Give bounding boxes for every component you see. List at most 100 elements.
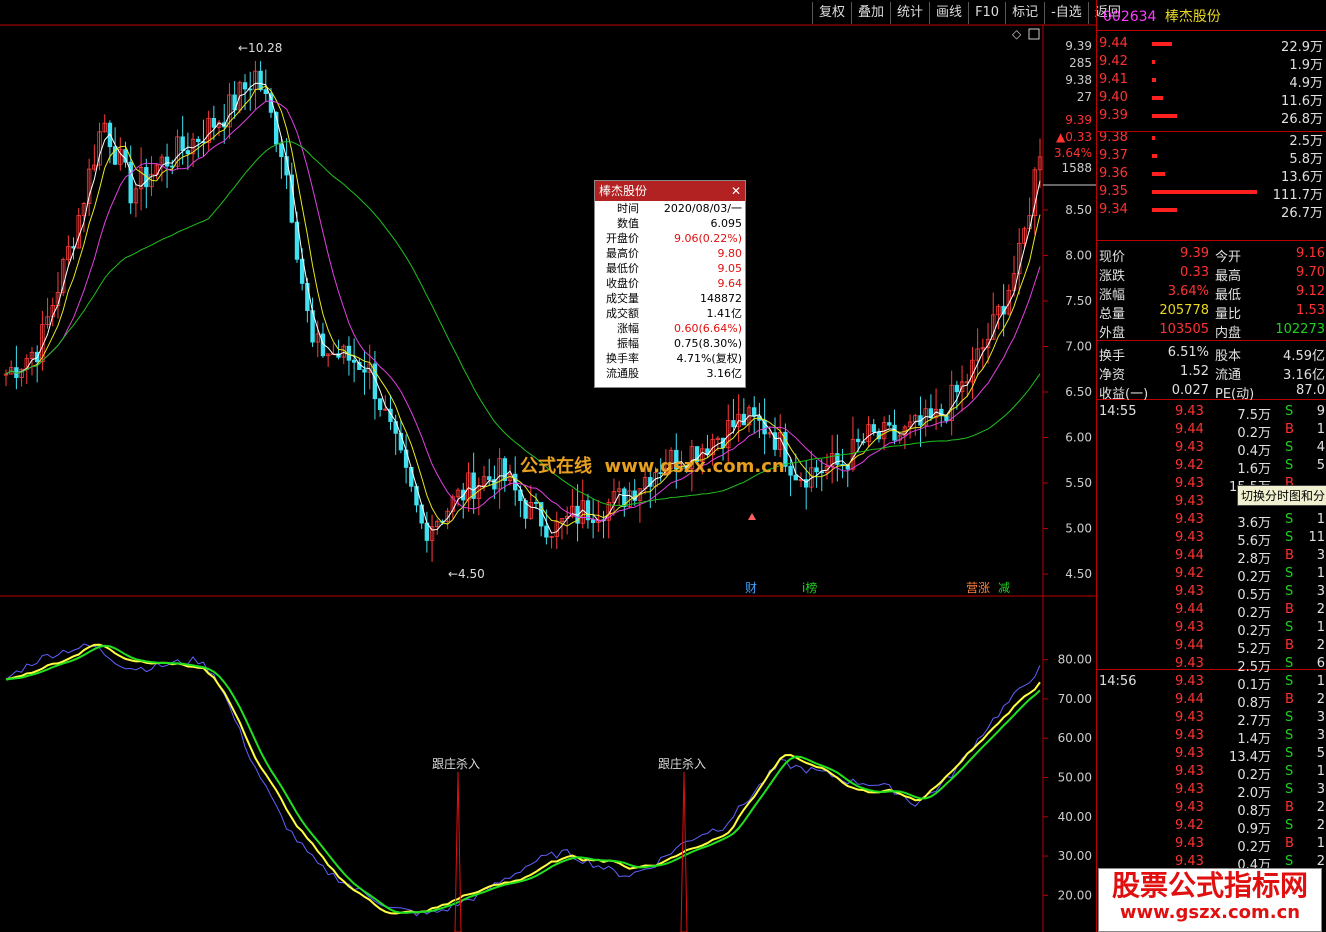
watermark-text: 公式在线 www.gszx.com.cn: [520, 456, 785, 477]
popup-value: 0.60(6.64%): [673, 322, 742, 335]
tick-side: B: [1285, 548, 1294, 563]
tick-price: 9.43: [1175, 404, 1204, 419]
event-marker[interactable]: 减: [998, 581, 1010, 595]
candle-body: [487, 476, 492, 480]
quote-label: 总量: [1099, 307, 1126, 322]
tick-volume: 7.5万: [1237, 408, 1271, 423]
tick-count: 6: [1316, 656, 1325, 671]
popup-key: 最低价: [606, 262, 639, 275]
add-watchlist-button[interactable]: -自选: [1044, 2, 1088, 24]
overlay-button[interactable]: 叠加: [851, 2, 890, 24]
tick-volume: 1.4万: [1237, 732, 1271, 747]
y-tick-label: 9.39: [1065, 39, 1092, 53]
candle-body: [741, 413, 747, 426]
popup-key: 涨幅: [617, 322, 639, 335]
orderbook-price: 9.36: [1099, 166, 1128, 181]
tick-price: 9.43: [1175, 674, 1204, 689]
popup-value: 4.71%(复权): [676, 352, 742, 365]
tick-price: 9.43: [1175, 530, 1204, 545]
popup-row: 流通股 3.16亿: [595, 366, 745, 381]
orderbook-bar: [1152, 208, 1178, 212]
tick-volume: 2.8万: [1237, 552, 1271, 567]
orderbook-volume: 13.6万: [1281, 170, 1323, 185]
tick-price: 9.43: [1175, 782, 1204, 797]
candle-body: [502, 458, 508, 481]
candle-body: [362, 369, 367, 373]
candle-body: [180, 136, 185, 152]
popup-key: 收盘价: [606, 277, 639, 290]
y-tick-label: 6.00: [1065, 430, 1092, 444]
quote-value: 3.16亿: [1283, 368, 1325, 383]
signal-label: 跟庄杀入: [658, 756, 706, 771]
tick-price: 9.43: [1175, 764, 1204, 779]
candle-body: [855, 438, 861, 443]
popup-title: 棒杰股份: [599, 184, 648, 198]
indicator-line: [5, 643, 1041, 917]
quote-value: 102273: [1275, 322, 1325, 337]
divider: [1097, 30, 1326, 31]
popup-row: 最高价 9.80: [595, 246, 745, 261]
tick-volume: 0.8万: [1237, 696, 1271, 711]
tick-side: S: [1285, 440, 1294, 455]
popup-row: 成交量 148872: [595, 291, 745, 306]
quote-label: 流通: [1215, 368, 1242, 383]
popup-key: 开盘价: [606, 232, 639, 245]
indicator-y-tick: 80.00: [1058, 653, 1092, 667]
tick-count: 3: [1316, 782, 1325, 797]
orderbook-price: 9.42: [1099, 54, 1128, 69]
tick-volume: 2.5万: [1237, 660, 1271, 675]
tick-volume: 1.6万: [1237, 462, 1271, 477]
event-marker[interactable]: 营涨: [966, 580, 990, 595]
quote-label: 最低: [1215, 288, 1242, 303]
candle-body: [258, 70, 263, 91]
close-icon[interactable]: ✕: [731, 181, 741, 201]
tick-price: 9.43: [1175, 494, 1204, 509]
candle-body: [585, 500, 591, 521]
candle-body: [305, 283, 310, 311]
f10-button[interactable]: F10: [968, 2, 1005, 24]
fuquan-button[interactable]: 复权: [812, 2, 851, 24]
tick-side: S: [1285, 818, 1294, 833]
tick-side: B: [1285, 692, 1294, 707]
tick-price: 9.44: [1175, 548, 1204, 563]
tick-count: 3: [1316, 710, 1325, 725]
tick-count: 2: [1316, 602, 1325, 617]
low-annotation: ←4.50: [448, 567, 485, 581]
popup-key: 最高价: [606, 247, 639, 260]
quote-label: 股本: [1215, 349, 1242, 364]
mark-button[interactable]: 标记: [1005, 2, 1044, 24]
statistics-button[interactable]: 统计: [890, 2, 929, 24]
tick-side: S: [1285, 710, 1294, 725]
candle-body: [762, 419, 767, 435]
y-tick-label: 9.38: [1065, 73, 1092, 87]
tick-price: 9.43: [1175, 440, 1204, 455]
tick-price: 9.42: [1175, 818, 1204, 833]
tick-volume: 0.4万: [1237, 444, 1271, 459]
tick-price: 9.43: [1175, 800, 1204, 815]
event-marker[interactable]: 财: [745, 581, 757, 595]
orderbook-bar: [1152, 42, 1172, 46]
expand-icon[interactable]: [1028, 28, 1040, 40]
orderbook-price: 9.38: [1099, 130, 1128, 145]
site-logo: 股票公式指标网 www.gszx.com.cn: [1098, 868, 1322, 932]
popup-row: 收盘价 9.64: [595, 276, 745, 291]
indicator-y-tick: 70.00: [1058, 692, 1092, 706]
popup-key: 数值: [617, 217, 639, 230]
orderbook-volume: 26.8万: [1281, 112, 1323, 127]
tick-count: 1: [1316, 836, 1325, 851]
tick-count: 2: [1316, 854, 1325, 869]
popup-row: 最低价 9.05: [595, 261, 745, 276]
orderbook-price: 9.34: [1099, 202, 1128, 217]
draw-line-button[interactable]: 画线: [929, 2, 968, 24]
quote-label: 涨跌: [1099, 269, 1126, 284]
diamond-icon[interactable]: ◇: [1012, 27, 1022, 41]
quote-label: 收益(一): [1099, 387, 1149, 402]
tick-volume: 0.1万: [1237, 678, 1271, 693]
divider: [1097, 131, 1326, 132]
tick-volume: 0.2万: [1237, 768, 1271, 783]
tick-price: 9.43: [1175, 854, 1204, 869]
tick-count: 4: [1316, 440, 1325, 455]
divider: [1097, 340, 1326, 341]
stock-code: 002634: [1103, 9, 1157, 25]
event-marker[interactable]: i榜: [802, 580, 817, 595]
